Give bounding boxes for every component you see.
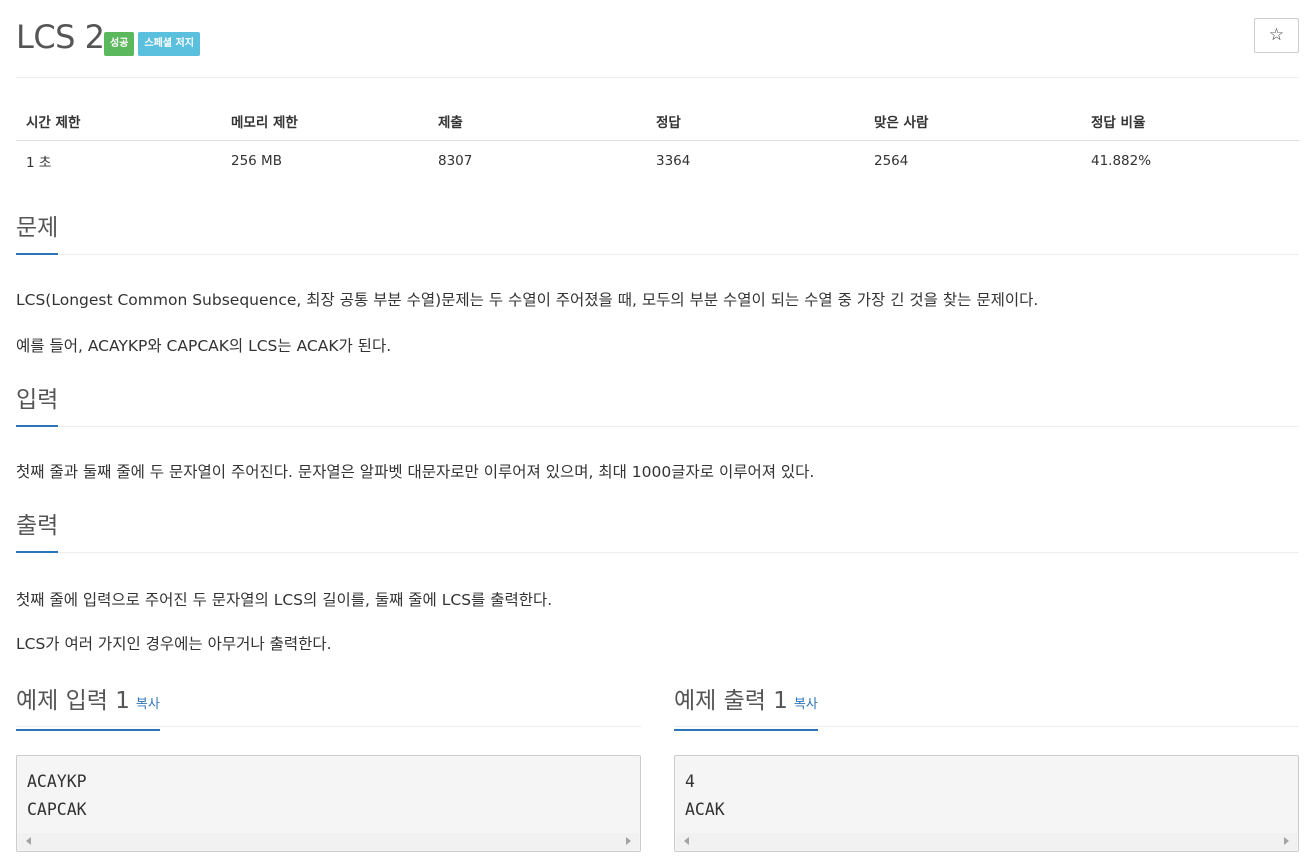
section-header: 입력 bbox=[16, 385, 1299, 427]
problem-description-section: 문제 bbox=[16, 213, 1299, 255]
value-accepted: 3364 bbox=[656, 152, 691, 169]
section-header: 출력 bbox=[16, 511, 1299, 553]
problem-paragraph: LCS(Longest Common Subsequence, 최장 공통 부분… bbox=[16, 291, 1039, 309]
sample-output-content: 4 ACAK bbox=[685, 772, 725, 819]
input-section: 입력 bbox=[16, 385, 1299, 427]
sample-output-title-wrap: 예제 출력 1 복사 bbox=[674, 684, 818, 731]
value-memory-limit: 256 MB bbox=[231, 152, 282, 169]
scroll-left-icon[interactable] bbox=[26, 837, 31, 845]
horizontal-scrollbar[interactable] bbox=[18, 833, 639, 850]
value-accept-ratio: 41.882% bbox=[1091, 152, 1152, 169]
header-memory-limit: 메모리 제한 bbox=[221, 102, 428, 141]
header-accept-ratio: 정답 비율 bbox=[1081, 102, 1299, 141]
scroll-right-icon[interactable] bbox=[1284, 837, 1289, 845]
sample-input-content: ACAYKP CAPCAK bbox=[27, 772, 87, 819]
info-value-row: 1 초 256 MB 8307 3364 2564 41.882% bbox=[16, 141, 1299, 181]
value-time-limit: 1 초 bbox=[26, 154, 52, 171]
sample-output-box[interactable]: 4 ACAK bbox=[674, 755, 1299, 852]
header-solved-users: 맞은 사람 bbox=[864, 102, 1081, 141]
sample-output-column: 예제 출력 1 복사 4 ACAK bbox=[674, 684, 1299, 852]
value-submissions: 8307 bbox=[438, 152, 473, 169]
output-paragraph: 첫째 줄에 입력으로 주어진 두 문자열의 LCS의 길이를, 둘째 줄에 LC… bbox=[16, 591, 553, 609]
problem-title: LCS 2 bbox=[16, 18, 105, 56]
problem-page: LCS 2 성공 스페셜 저지 ☆ 시간 제한 메모리 제한 제출 정답 맞은 … bbox=[16, 0, 1299, 852]
sample-input-title-wrap: 예제 입력 1 복사 bbox=[16, 684, 160, 731]
section-title-input: 입력 bbox=[16, 385, 59, 427]
header-time-limit: 시간 제한 bbox=[16, 102, 221, 141]
scroll-left-icon[interactable] bbox=[684, 837, 689, 845]
star-icon: ☆ bbox=[1268, 25, 1285, 45]
header-accepted: 정답 bbox=[646, 102, 864, 141]
problem-paragraph: 예를 들어, ACAYKP와 CAPCAK의 LCS는 ACAK가 된다. bbox=[16, 337, 392, 355]
section-header: 문제 bbox=[16, 213, 1299, 255]
scroll-right-icon[interactable] bbox=[626, 837, 631, 845]
sample-input-box[interactable]: ACAYKP CAPCAK bbox=[16, 755, 641, 852]
success-badge: 성공 bbox=[104, 32, 135, 56]
sample-output-title: 예제 출력 1 bbox=[674, 688, 788, 714]
star-button[interactable]: ☆ bbox=[1254, 18, 1299, 53]
badge-group: 성공 스페셜 저지 bbox=[104, 32, 200, 56]
sample-input-header: 예제 입력 1 복사 bbox=[16, 684, 641, 731]
horizontal-scrollbar[interactable] bbox=[676, 833, 1297, 850]
sample-input-column: 예제 입력 1 복사 ACAYKP CAPCAK bbox=[16, 684, 641, 852]
sample-output-header: 예제 출력 1 복사 bbox=[674, 684, 1299, 731]
header-submissions: 제출 bbox=[428, 102, 646, 141]
problem-info-table: 시간 제한 메모리 제한 제출 정답 맞은 사람 정답 비율 1 초 256 M… bbox=[16, 102, 1299, 181]
section-title-problem: 문제 bbox=[16, 213, 59, 255]
info-header-row: 시간 제한 메모리 제한 제출 정답 맞은 사람 정답 비율 bbox=[16, 102, 1299, 141]
output-section: 출력 bbox=[16, 511, 1299, 553]
special-judge-badge: 스페셜 저지 bbox=[138, 32, 200, 56]
input-paragraph: 첫째 줄과 둘째 줄에 두 문자열이 주어진다. 문자열은 알파벳 대문자로만 … bbox=[16, 463, 815, 481]
copy-sample-input-link[interactable]: 복사 bbox=[136, 697, 160, 712]
page-header: LCS 2 성공 스페셜 저지 ☆ bbox=[16, 0, 1299, 78]
output-paragraph: LCS가 여러 가지인 경우에는 아무거나 출력한다. bbox=[16, 635, 332, 653]
sample-input-title: 예제 입력 1 bbox=[16, 688, 130, 714]
value-solved-users: 2564 bbox=[874, 152, 909, 169]
copy-sample-output-link[interactable]: 복사 bbox=[794, 697, 818, 712]
section-title-output: 출력 bbox=[16, 511, 59, 553]
